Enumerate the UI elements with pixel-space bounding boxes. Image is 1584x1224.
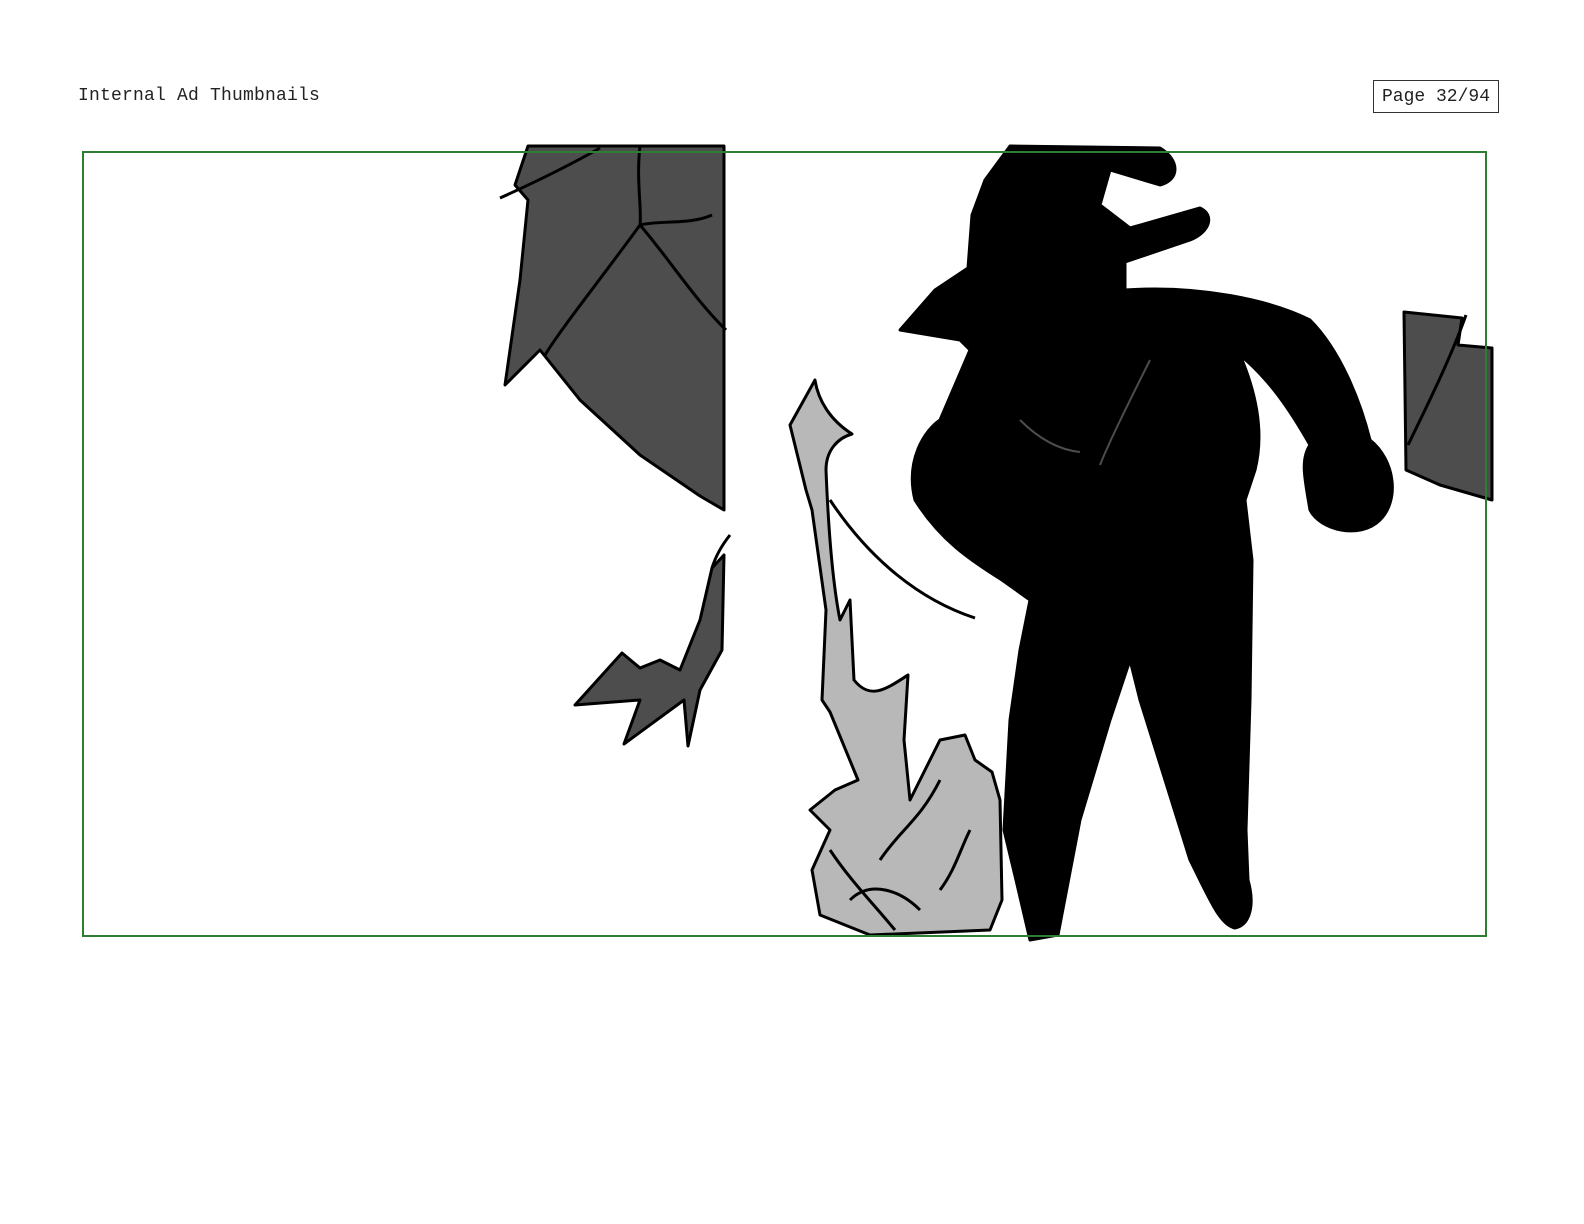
foliage-right-edge [1402,310,1494,502]
foliage-top-left [499,144,728,512]
storyboard-sketch [499,144,1494,942]
small-dark-plant [573,534,732,748]
